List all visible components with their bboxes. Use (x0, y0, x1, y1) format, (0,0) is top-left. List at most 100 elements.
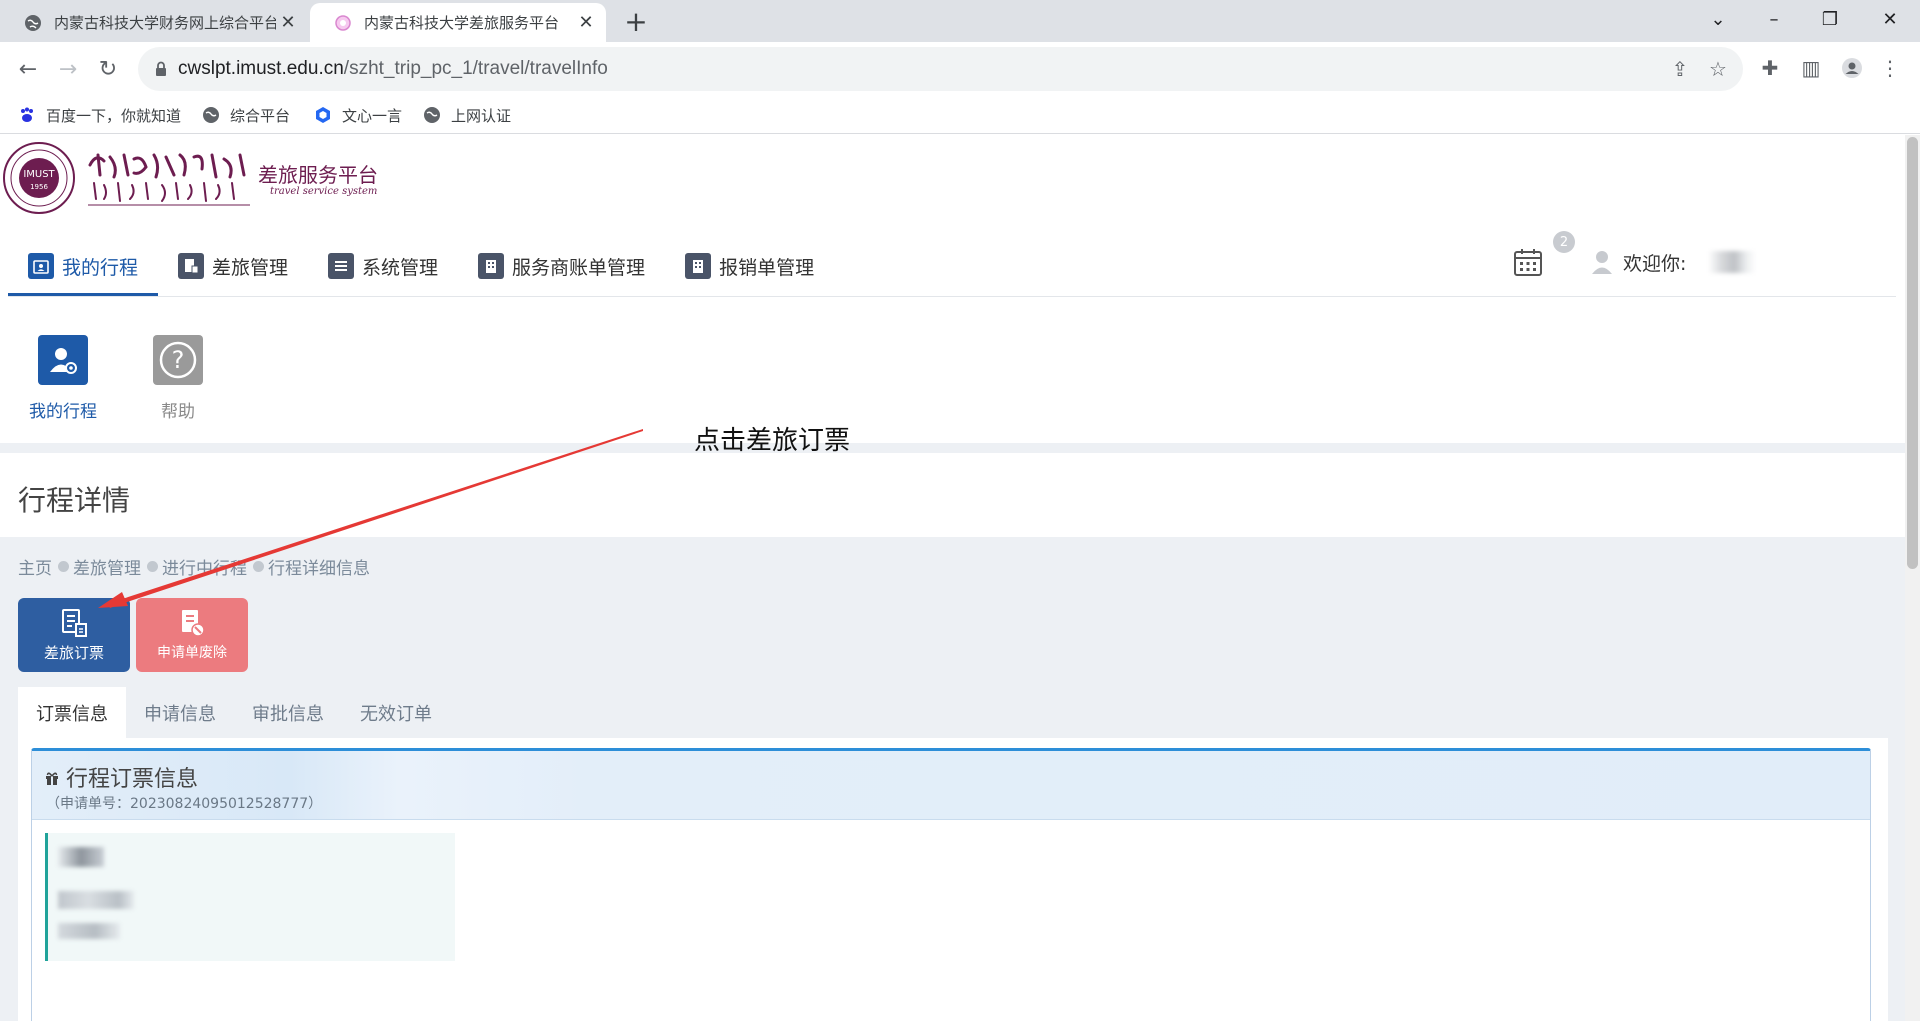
detail-tabs: 订票信息 申请信息 审批信息 无效订单 (18, 687, 450, 738)
bookmark-label: 综合平台 (230, 106, 291, 125)
profile-icon[interactable] (1838, 54, 1866, 82)
site-title: 差旅服务平台 (258, 163, 378, 187)
void-request-button[interactable]: 申请单废除 (136, 598, 248, 672)
globe-icon (424, 107, 440, 123)
quick-link-label: 帮助 (161, 402, 195, 422)
globe-icon (25, 14, 41, 31)
forward-icon[interactable]: → (54, 55, 82, 83)
building-icon (685, 253, 712, 279)
restore-button[interactable]: ❐ (1802, 0, 1858, 38)
ticket-document-icon (62, 608, 87, 637)
tab-booking-info[interactable]: 订票信息 (18, 687, 126, 738)
gift-icon (46, 772, 58, 785)
booking-info-header: 行程订票信息 （申请单号：20230824095012528777） (32, 751, 1870, 820)
breadcrumb-separator (253, 561, 264, 572)
site-header: IMUST 1956 差旅服务平台 travel service system … (0, 135, 1905, 443)
nav-travel-management[interactable]: 差旅管理 (158, 237, 308, 295)
tab-title: 内蒙古科技大学差旅服务平台 (364, 14, 560, 32)
breadcrumb-in-progress[interactable]: 进行中行程 (162, 554, 247, 579)
breadcrumb: 主页 差旅管理 进行中行程 行程详细信息 (18, 554, 370, 579)
share-icon[interactable]: ⇪ (1668, 57, 1692, 81)
site-favicon-icon (335, 14, 351, 31)
nav-my-trips[interactable]: 我的行程 (8, 237, 159, 297)
breadcrumb-current: 行程详细信息 (268, 559, 370, 579)
side-panel-icon[interactable]: ▥ (1797, 54, 1825, 82)
bookmark-star-icon[interactable]: ☆ (1706, 57, 1730, 81)
quick-link-my-trips[interactable]: 我的行程 (28, 335, 98, 422)
page-scrollbar[interactable] (1905, 135, 1920, 1021)
url-path: /szht_trip_pc_1/travel/travelInfo (343, 58, 608, 79)
blurred-text (58, 847, 104, 867)
nav-system-management[interactable]: 系统管理 (308, 237, 458, 295)
button-label: 申请单废除 (157, 645, 227, 661)
browser-tab-travel[interactable]: 内蒙古科技大学差旅服务平台 ✕ (310, 3, 606, 42)
list-icon (328, 253, 355, 279)
scrollbar-thumb[interactable] (1907, 137, 1918, 569)
minimize-button[interactable]: – (1746, 0, 1802, 38)
svg-text:?: ? (172, 346, 185, 374)
university-calligraphy-logo (88, 153, 250, 206)
booking-info-box: 行程订票信息 （申请单号：20230824095012528777） (31, 748, 1871, 1021)
bookmark-baidu[interactable]: 百度一下，你就知道 (18, 104, 181, 126)
tab-close-icon[interactable]: ✕ (276, 12, 300, 33)
request-number: （申请单号：20230824095012528777） (46, 796, 323, 812)
travel-booking-button[interactable]: 差旅订票 (18, 598, 130, 672)
calendar-person-icon (28, 253, 54, 279)
help-icon: ? (153, 335, 203, 385)
nav-label: 差旅管理 (212, 256, 289, 279)
nav-vendor-billing[interactable]: 服务商账单管理 (458, 237, 665, 295)
nav-label: 服务商账单管理 (512, 256, 646, 279)
back-icon[interactable]: ← (14, 55, 42, 83)
page-title: 行程详情 (18, 484, 131, 517)
site-subtitle: travel service system (270, 186, 378, 197)
breadcrumb-home[interactable]: 主页 (18, 554, 52, 579)
new-tab-button[interactable]: + (620, 5, 652, 38)
person-settings-icon (38, 335, 88, 385)
building-icon (478, 253, 505, 279)
button-label: 差旅订票 (43, 643, 104, 662)
svg-text:IMUST: IMUST (23, 169, 55, 180)
bookmark-label: 百度一下，你就知道 (46, 106, 182, 125)
quick-link-help[interactable]: ? 帮助 (143, 335, 213, 422)
document-icon (178, 253, 205, 279)
breadcrumb-separator (58, 561, 69, 572)
tab-application-info[interactable]: 申请信息 (126, 687, 234, 738)
bookmarks-bar: 百度一下，你就知道 综合平台 文心一言 上网认证 (0, 96, 1920, 134)
welcome-text[interactable]: 欢迎你: (1623, 249, 1686, 276)
nav-divider (8, 296, 1896, 297)
address-bar[interactable]: cwslpt.imust.edu.cn/szht_trip_pc_1/trave… (138, 47, 1743, 91)
nav-reimbursement[interactable]: 报销单管理 (665, 237, 834, 295)
breadcrumb-travel-management[interactable]: 差旅管理 (73, 554, 141, 579)
notification-badge: 2 (1553, 231, 1575, 253)
page-title-bar (0, 453, 1905, 537)
browser-tabstrip: 内蒙古科技大学财务网上综合平台 ✕ 内蒙古科技大学差旅服务平台 ✕ + ⌄ – … (0, 0, 1920, 42)
extensions-icon[interactable]: ✚ (1756, 54, 1784, 82)
bookmark-wenxin[interactable]: 文心一言 (314, 104, 402, 126)
reload-icon[interactable]: ↻ (94, 55, 122, 83)
blurred-text (58, 923, 120, 939)
tab-approval-info[interactable]: 审批信息 (234, 687, 342, 738)
url-host: cwslpt.imust.edu.cn (178, 58, 344, 79)
browser-tab-finance[interactable]: 内蒙古科技大学财务网上综合平台 ✕ (0, 3, 308, 42)
tab-close-icon[interactable]: ✕ (574, 12, 598, 33)
trip-info-card (45, 833, 455, 961)
close-window-button[interactable]: ✕ (1862, 0, 1918, 38)
svg-text:1956: 1956 (30, 183, 48, 191)
bookmark-netauth[interactable]: 上网认证 (423, 104, 511, 126)
calendar-icon[interactable] (1513, 247, 1543, 277)
menu-icon[interactable]: ⋮ (1876, 54, 1904, 82)
tab-title: 内蒙古科技大学财务网上综合平台 (54, 14, 276, 32)
tab-search-icon[interactable]: ⌄ (1690, 0, 1746, 38)
bookmark-label: 文心一言 (342, 106, 403, 125)
nav-label: 报销单管理 (719, 256, 815, 279)
tab-invalid-orders[interactable]: 无效订单 (342, 687, 450, 738)
bookmark-label: 上网认证 (451, 106, 512, 125)
bookmark-platform[interactable]: 综合平台 (202, 104, 290, 126)
user-icon (1592, 251, 1612, 274)
annotation-label: 点击差旅订票 (694, 426, 851, 456)
nav-label: 系统管理 (362, 256, 439, 279)
lock-icon (156, 61, 166, 76)
quick-link-label: 我的行程 (29, 402, 97, 422)
main-nav: 我的行程 差旅管理 系统管理 服务商账单管理 报销单管理 (8, 237, 834, 297)
booking-info-title: 行程订票信息 (66, 767, 199, 792)
